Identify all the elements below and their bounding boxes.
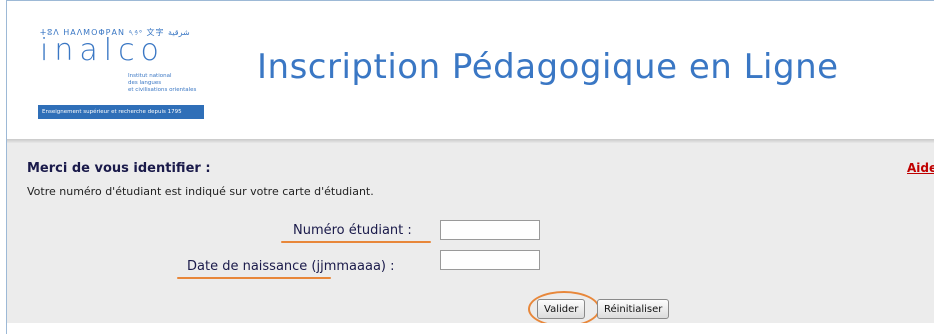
page-frame: ⵜⵓⴷ ΗΑΛΜΟΦΡΑΝ 𐤏𐤁𐤓 文字 شرقية inalco Instit… [6, 0, 934, 335]
reset-button[interactable]: Réinitialiser [597, 299, 670, 319]
inalco-logo: ⵜⵓⴷ ΗΑΛΜΟΦΡΑΝ 𐤏𐤁𐤓 文字 شرقية inalco Instit… [38, 23, 204, 123]
logo-band: Enseignement supérieur et recherche depu… [38, 105, 204, 119]
student-number-input[interactable] [440, 220, 540, 240]
instruction-text: Votre numéro d'étudiant est indiqué sur … [27, 185, 374, 198]
student-number-highlight [281, 241, 431, 243]
help-link[interactable]: Aide [907, 161, 934, 175]
logo-wordmark: inalco [40, 33, 165, 68]
logo-subtitle: Institut national des langues et civilis… [128, 73, 208, 94]
logo-subtitle-line-3: et civilisations orientales [128, 87, 197, 93]
panel-heading: Merci de vous identifier : [27, 161, 211, 176]
logo-subtitle-line-2: des langues [128, 80, 162, 86]
page-footer-area [7, 323, 934, 335]
student-number-label: Numéro étudiant : [293, 223, 412, 238]
page-header: ⵜⵓⴷ ΗΑΛΜΟΦΡΑΝ 𐤏𐤁𐤓 文字 شرقية inalco Instit… [7, 1, 934, 131]
birth-date-label: Date de naissance (jjmmaaaa) : [187, 259, 395, 274]
submit-button[interactable]: Valider [537, 299, 586, 319]
login-panel: Merci de vous identifier : Aide Votre nu… [7, 143, 934, 327]
page-title: Inscription Pédagogique en Ligne [257, 47, 839, 87]
birth-date-input[interactable] [440, 250, 540, 270]
birth-date-highlight [177, 277, 331, 279]
logo-subtitle-line-1: Institut national [128, 73, 172, 79]
